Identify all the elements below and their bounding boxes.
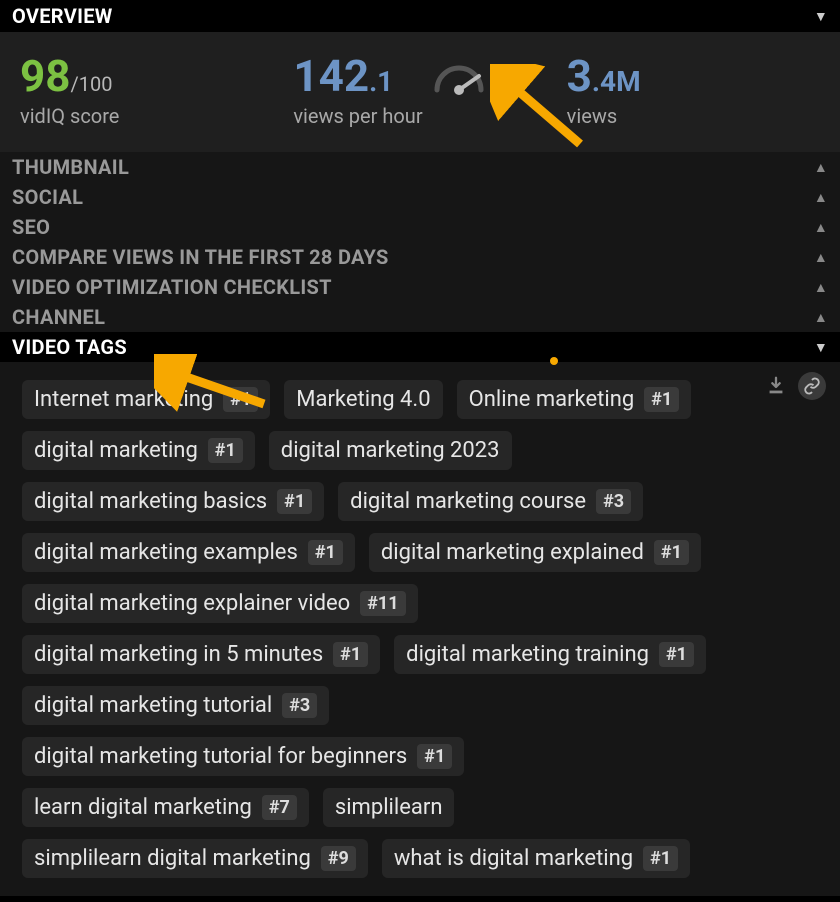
section-checklist-header[interactable]: VIDEO OPTIMIZATION CHECKLIST ▲ bbox=[0, 272, 840, 302]
tag-text: digital marketing examples bbox=[34, 540, 298, 565]
chevron-up-icon: ▲ bbox=[814, 249, 828, 266]
vidiq-panel: OVERVIEW ▼ 98/100 vidIQ score 142.1 view… bbox=[0, 0, 840, 896]
chevron-up-icon: ▲ bbox=[814, 159, 828, 176]
tag-text: Marketing 4.0 bbox=[296, 387, 430, 412]
chevron-up-icon: ▲ bbox=[814, 189, 828, 206]
tag-pill[interactable]: Marketing 4.0 bbox=[284, 380, 442, 419]
tag-rank-badge: #1 bbox=[643, 846, 678, 871]
tag-rank-badge: #1 bbox=[659, 642, 694, 667]
tag-pill[interactable]: digital marketing 2023 bbox=[269, 431, 512, 470]
tag-rank-badge: #3 bbox=[282, 693, 317, 718]
tag-text: digital marketing explainer video bbox=[34, 591, 350, 616]
video-tags-body: Internet marketing #1 Marketing 4.0 Online … bbox=[0, 362, 840, 896]
seo-title: SEO bbox=[12, 215, 50, 239]
tag-text: simplilearn digital marketing bbox=[34, 846, 311, 871]
overview-title: OVERVIEW bbox=[12, 4, 113, 28]
tag-text: digital marketing training bbox=[406, 642, 649, 667]
tag-pill[interactable]: digital marketing tutorial for beginners… bbox=[22, 737, 464, 776]
tag-rank-badge: #11 bbox=[360, 591, 405, 616]
vph-label: views per hour bbox=[293, 104, 546, 128]
tag-text: learn digital marketing bbox=[34, 795, 252, 820]
tag-rank-badge: #7 bbox=[262, 795, 297, 820]
tag-pill[interactable]: digital marketing explainer video #11 bbox=[22, 584, 418, 623]
tag-text: digital marketing tutorial for beginners bbox=[34, 744, 407, 769]
stat-views: 3.4M views bbox=[567, 50, 820, 128]
stat-views-per-hour: 142.1 views per hour bbox=[293, 50, 546, 128]
link-icon[interactable] bbox=[798, 372, 826, 400]
checklist-title: VIDEO OPTIMIZATION CHECKLIST bbox=[12, 275, 332, 299]
section-channel-header[interactable]: CHANNEL ▲ bbox=[0, 302, 840, 332]
chevron-down-icon: ▼ bbox=[814, 8, 828, 25]
download-icon[interactable] bbox=[762, 372, 790, 400]
tag-rank-badge: #1 bbox=[223, 387, 258, 412]
annotation-dot bbox=[550, 357, 558, 365]
tag-text: digital marketing in 5 minutes bbox=[34, 642, 323, 667]
video-tags-title: VIDEO TAGS bbox=[12, 335, 127, 359]
tag-pill[interactable]: learn digital marketing #7 bbox=[22, 788, 309, 827]
tag-pill[interactable]: what is digital marketing #1 bbox=[382, 839, 690, 878]
tag-pill[interactable]: digital marketing explained #1 bbox=[369, 533, 701, 572]
tag-text: digital marketing tutorial bbox=[34, 693, 272, 718]
tag-pill[interactable]: simplilearn bbox=[323, 788, 455, 827]
vph-dec: .1 bbox=[369, 65, 393, 98]
thumbnail-title: THUMBNAIL bbox=[12, 155, 129, 179]
gauge-icon bbox=[429, 56, 489, 102]
tag-text: simplilearn bbox=[335, 795, 443, 820]
score-max: /100 bbox=[71, 72, 113, 96]
chevron-up-icon: ▲ bbox=[814, 219, 828, 236]
tag-pill[interactable]: simplilearn digital marketing #9 bbox=[22, 839, 368, 878]
channel-title: CHANNEL bbox=[12, 305, 105, 329]
tag-pill[interactable]: digital marketing examples #1 bbox=[22, 533, 355, 572]
tag-text: Online marketing bbox=[469, 387, 635, 412]
chevron-down-icon: ▼ bbox=[814, 339, 828, 356]
social-title: SOCIAL bbox=[12, 185, 83, 209]
section-overview-header[interactable]: OVERVIEW ▼ bbox=[0, 0, 840, 32]
tag-text: digital marketing bbox=[34, 438, 198, 463]
chevron-up-icon: ▲ bbox=[814, 279, 828, 296]
tag-pill[interactable]: digital marketing course #3 bbox=[338, 482, 643, 521]
tag-rank-badge: #1 bbox=[644, 387, 679, 412]
section-social-header[interactable]: SOCIAL ▲ bbox=[0, 182, 840, 212]
views-int: 3 bbox=[567, 50, 592, 102]
tag-pill[interactable]: digital marketing basics #1 bbox=[22, 482, 324, 521]
tag-rank-badge: #1 bbox=[308, 540, 343, 565]
tag-pill[interactable]: digital marketing in 5 minutes #1 bbox=[22, 635, 380, 674]
tag-rank-badge: #3 bbox=[596, 489, 631, 514]
tag-text: what is digital marketing bbox=[394, 846, 633, 871]
tag-text: digital marketing course bbox=[350, 489, 586, 514]
tags-actions bbox=[762, 372, 826, 400]
chevron-up-icon: ▲ bbox=[814, 309, 828, 326]
tag-pill[interactable]: digital marketing tutorial #3 bbox=[22, 686, 329, 725]
compare-title: COMPARE VIEWS IN THE FIRST 28 DAYS bbox=[12, 245, 389, 269]
section-seo-header[interactable]: SEO ▲ bbox=[0, 212, 840, 242]
tag-rank-badge: #1 bbox=[277, 489, 312, 514]
views-suffix: M bbox=[616, 65, 641, 98]
tag-rank-badge: #1 bbox=[417, 744, 452, 769]
tag-pill[interactable]: Online marketing #1 bbox=[457, 380, 692, 419]
score-label: vidIQ score bbox=[20, 104, 273, 128]
tag-rank-badge: #1 bbox=[654, 540, 689, 565]
score-value: 98 bbox=[20, 50, 71, 102]
tag-pill[interactable]: Internet marketing #1 bbox=[22, 380, 270, 419]
tag-pill[interactable]: digital marketing training #1 bbox=[394, 635, 706, 674]
views-dec: .4 bbox=[592, 65, 616, 98]
tag-rank-badge: #1 bbox=[208, 438, 243, 463]
section-thumbnail-header[interactable]: THUMBNAIL ▲ bbox=[0, 152, 840, 182]
overview-body: 98/100 vidIQ score 142.1 views per hour bbox=[0, 32, 840, 152]
section-compare-header[interactable]: COMPARE VIEWS IN THE FIRST 28 DAYS ▲ bbox=[0, 242, 840, 272]
views-label: views bbox=[567, 104, 820, 128]
stat-vidiq-score: 98/100 vidIQ score bbox=[20, 50, 273, 128]
section-video-tags-header[interactable]: VIDEO TAGS ▼ bbox=[0, 332, 840, 362]
tag-text: Internet marketing bbox=[34, 387, 213, 412]
tag-text: digital marketing 2023 bbox=[281, 438, 500, 463]
tags-container: Internet marketing #1 Marketing 4.0 Online … bbox=[22, 380, 818, 878]
tag-rank-badge: #1 bbox=[333, 642, 368, 667]
tag-pill[interactable]: digital marketing #1 bbox=[22, 431, 255, 470]
tag-text: digital marketing explained bbox=[381, 540, 644, 565]
vph-int: 142 bbox=[293, 50, 369, 102]
tag-text: digital marketing basics bbox=[34, 489, 267, 514]
tag-rank-badge: #9 bbox=[321, 846, 356, 871]
